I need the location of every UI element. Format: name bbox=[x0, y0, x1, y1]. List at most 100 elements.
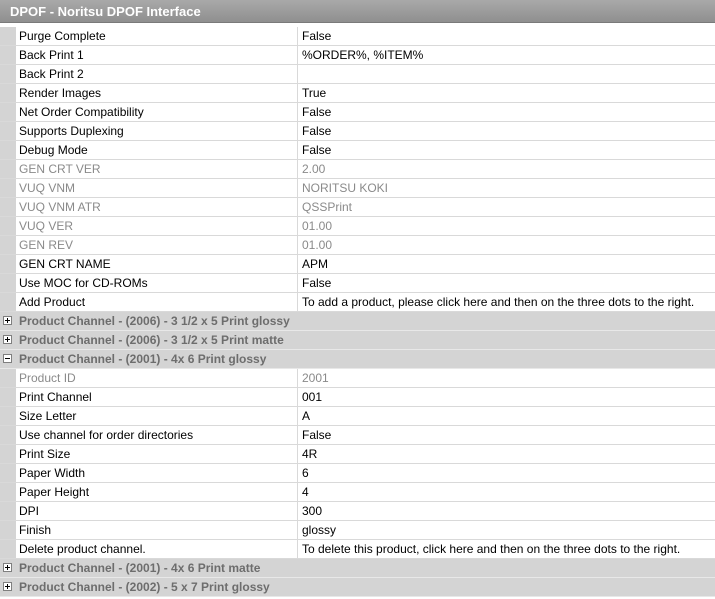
property-row-back-print-1[interactable]: Back Print 1 %ORDER%, %ITEM% bbox=[0, 46, 715, 65]
plus-box-icon[interactable] bbox=[3, 316, 12, 325]
property-rows: Purge Complete False Back Print 1 %ORDER%, … bbox=[0, 27, 715, 597]
property-value[interactable]: False bbox=[298, 103, 715, 121]
category-label: Product Channel - (2001) - 4x 6 Print ma… bbox=[19, 561, 261, 575]
property-name: Delete product channel. bbox=[16, 540, 298, 558]
property-name: Finish bbox=[16, 521, 298, 539]
property-name: Supports Duplexing bbox=[16, 122, 298, 140]
property-name: VUQ VNM ATR bbox=[16, 198, 298, 216]
property-value[interactable]: False bbox=[298, 141, 715, 159]
row-gutter bbox=[0, 312, 16, 330]
property-value[interactable]: False bbox=[298, 27, 715, 45]
row-gutter bbox=[0, 198, 16, 216]
row-gutter bbox=[0, 483, 16, 501]
row-gutter bbox=[0, 331, 16, 349]
property-row-paper-width[interactable]: Paper Width 6 bbox=[0, 464, 715, 483]
property-row-back-print-2[interactable]: Back Print 2 bbox=[0, 65, 715, 84]
property-value[interactable]: False bbox=[298, 426, 715, 444]
property-value[interactable]: To add a product, please click here and … bbox=[298, 293, 715, 311]
property-row-product-id[interactable]: Product ID 2001 bbox=[0, 369, 715, 388]
property-value[interactable]: To delete this product, click here and t… bbox=[298, 540, 715, 558]
row-gutter bbox=[0, 293, 16, 311]
row-gutter bbox=[0, 236, 16, 254]
property-name: Render Images bbox=[16, 84, 298, 102]
property-value: 01.00 bbox=[302, 238, 333, 252]
row-gutter bbox=[0, 160, 16, 178]
property-value[interactable]: 6 bbox=[298, 464, 715, 482]
property-row-gen-rev[interactable]: GEN REV 01.00 bbox=[0, 236, 715, 255]
property-row-paper-height[interactable]: Paper Height 4 bbox=[0, 483, 715, 502]
property-row-use-channel-for-order-directories[interactable]: Use channel for order directories False bbox=[0, 426, 715, 445]
property-name: Print Channel bbox=[16, 388, 298, 406]
property-name: Product ID bbox=[16, 369, 298, 387]
row-gutter bbox=[0, 559, 16, 577]
property-value[interactable]: True bbox=[298, 84, 715, 102]
row-gutter bbox=[0, 274, 16, 292]
row-gutter bbox=[0, 350, 16, 368]
category-label: Product Channel - (2002) - 5 x 7 Print g… bbox=[19, 580, 270, 594]
property-row-delete-product-channel[interactable]: Delete product channel. To delete this pr… bbox=[0, 540, 715, 559]
property-name: GEN CRT VER bbox=[16, 160, 298, 178]
property-name: GEN REV bbox=[16, 236, 298, 254]
property-name: Paper Width bbox=[16, 464, 298, 482]
property-value[interactable]: 4R bbox=[298, 445, 715, 463]
property-row-print-size[interactable]: Print Size 4R bbox=[0, 445, 715, 464]
property-value[interactable]: glossy bbox=[298, 521, 715, 539]
property-value[interactable] bbox=[298, 65, 715, 83]
property-row-render-images[interactable]: Render Images True bbox=[0, 84, 715, 103]
property-value[interactable]: 300 bbox=[298, 502, 715, 520]
property-value[interactable]: %ORDER%, %ITEM% bbox=[298, 46, 715, 64]
property-row-vuq-ver[interactable]: VUQ VER 01.00 bbox=[0, 217, 715, 236]
window-title: DPOF - Noritsu DPOF Interface bbox=[0, 0, 715, 23]
property-value[interactable]: False bbox=[298, 274, 715, 292]
row-gutter bbox=[0, 388, 16, 406]
category-label: Product Channel - (2006) - 3 1/2 x 5 Pri… bbox=[19, 333, 284, 347]
property-value: 2001 bbox=[302, 371, 329, 385]
property-value[interactable]: False bbox=[298, 122, 715, 140]
property-row-size-letter[interactable]: Size Letter A bbox=[0, 407, 715, 426]
row-gutter bbox=[0, 179, 16, 197]
row-gutter bbox=[0, 540, 16, 558]
property-value: QSSPrint bbox=[302, 200, 353, 214]
row-gutter bbox=[0, 426, 16, 444]
property-row-debug-mode[interactable]: Debug Mode False bbox=[0, 141, 715, 160]
property-name: VUQ VER bbox=[16, 217, 298, 235]
property-name: VUQ VNM bbox=[16, 179, 298, 197]
plus-box-icon[interactable] bbox=[3, 335, 12, 344]
property-value[interactable]: A bbox=[298, 407, 715, 425]
category-label: Product Channel - (2001) - 4x 6 Print gl… bbox=[19, 352, 267, 366]
property-row-dpi[interactable]: DPI 300 bbox=[0, 502, 715, 521]
row-gutter bbox=[0, 65, 16, 83]
row-gutter bbox=[0, 502, 16, 520]
property-name: DPI bbox=[16, 502, 298, 520]
row-gutter bbox=[0, 464, 16, 482]
property-row-vuq-vnm[interactable]: VUQ VNM NORITSU KOKI bbox=[0, 179, 715, 198]
property-row-finish[interactable]: Finish glossy bbox=[0, 521, 715, 540]
property-name: Net Order Compatibility bbox=[16, 103, 298, 121]
category-row[interactable]: Product Channel - (2006) - 3 1/2 x 5 Pri… bbox=[0, 312, 715, 331]
category-row[interactable]: Product Channel - (2001) - 4x 6 Print ma… bbox=[0, 559, 715, 578]
category-label: Product Channel - (2006) - 3 1/2 x 5 Pri… bbox=[19, 314, 290, 328]
property-row-vuq-vnm-atr[interactable]: VUQ VNM ATR QSSPrint bbox=[0, 198, 715, 217]
property-row-gen-crt-name[interactable]: GEN CRT NAME APM bbox=[0, 255, 715, 274]
property-name: Debug Mode bbox=[16, 141, 298, 159]
minus-box-icon[interactable] bbox=[3, 354, 12, 363]
plus-box-icon[interactable] bbox=[3, 582, 12, 591]
row-gutter bbox=[0, 578, 16, 596]
property-name: Back Print 2 bbox=[16, 65, 298, 83]
property-row-gen-crt-ver[interactable]: GEN CRT VER 2.00 bbox=[0, 160, 715, 179]
property-value[interactable]: 001 bbox=[298, 388, 715, 406]
property-row-print-channel[interactable]: Print Channel 001 bbox=[0, 388, 715, 407]
plus-box-icon[interactable] bbox=[3, 563, 12, 572]
property-row-net-order-compatibility[interactable]: Net Order Compatibility False bbox=[0, 103, 715, 122]
property-name: Back Print 1 bbox=[16, 46, 298, 64]
row-gutter bbox=[0, 122, 16, 140]
property-row-use-moc-for-cd-roms[interactable]: Use MOC for CD-ROMs False bbox=[0, 274, 715, 293]
property-value[interactable]: APM bbox=[298, 255, 715, 273]
property-value[interactable]: 4 bbox=[298, 483, 715, 501]
property-row-add-product[interactable]: Add Product To add a product, please clic… bbox=[0, 293, 715, 312]
property-row-supports-duplexing[interactable]: Supports Duplexing False bbox=[0, 122, 715, 141]
category-row[interactable]: Product Channel - (2002) - 5 x 7 Print g… bbox=[0, 578, 715, 597]
property-row-purge-complete[interactable]: Purge Complete False bbox=[0, 27, 715, 46]
category-row[interactable]: Product Channel - (2006) - 3 1/2 x 5 Pri… bbox=[0, 331, 715, 350]
category-row[interactable]: Product Channel - (2001) - 4x 6 Print gl… bbox=[0, 350, 715, 369]
